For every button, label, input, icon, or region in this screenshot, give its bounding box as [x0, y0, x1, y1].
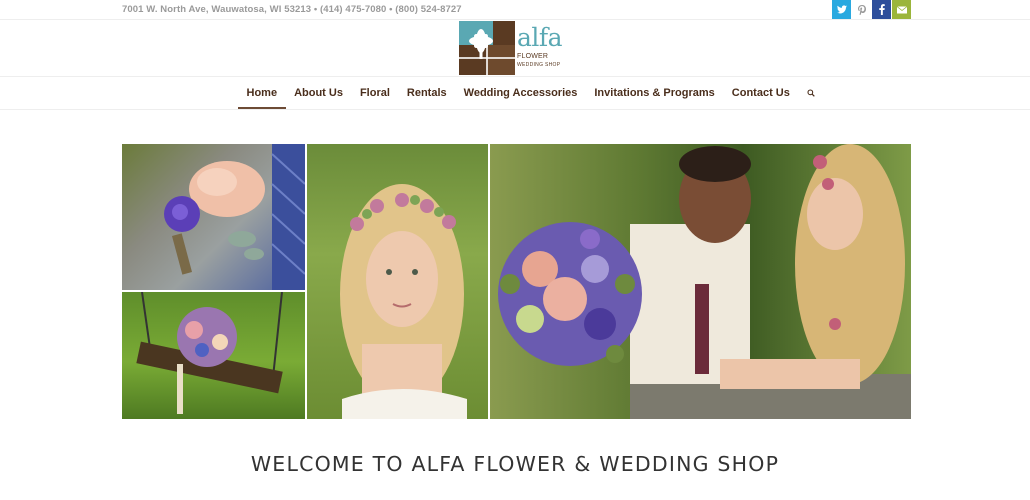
logo-flower-mark	[459, 21, 515, 75]
nav-item-invitations-programs[interactable]: Invitations & Programs	[586, 77, 723, 109]
bride-photo	[307, 144, 488, 419]
nav-item-rentals[interactable]: Rentals	[398, 77, 455, 109]
logo-subtitle-wedding: WEDDING SHOP	[517, 62, 561, 68]
logo-subtitle-flower: FLOWER	[517, 53, 549, 60]
boutonniere-photo	[122, 144, 305, 290]
mail-icon[interactable]	[892, 0, 911, 19]
nav-item-contact-us[interactable]: Contact Us	[723, 77, 798, 109]
nav-divider	[0, 109, 1030, 110]
site-logo[interactable]: alfa FLOWER WEDDING SHOP	[459, 21, 571, 75]
search-icon[interactable]	[802, 77, 820, 109]
contact-info: 7001 W. North Ave, Wauwatosa, WI 53213 •…	[122, 4, 462, 15]
main-nav: Home About Us Floral Rentals Wedding Acc…	[238, 77, 820, 109]
nav-item-home[interactable]: Home	[238, 77, 286, 109]
twitter-icon[interactable]	[832, 0, 851, 19]
page-title: WELCOME TO ALFA FLOWER & WEDDING SHOP	[250, 452, 780, 476]
couple-bouquet-photo	[490, 144, 911, 419]
nav-item-wedding-accessories[interactable]: Wedding Accessories	[455, 77, 586, 109]
facebook-icon[interactable]	[872, 0, 891, 19]
swing-bouquet-photo	[122, 292, 305, 419]
pinterest-icon[interactable]	[852, 0, 871, 19]
top-bar: 7001 W. North Ave, Wauwatosa, WI 53213 •…	[0, 0, 1030, 20]
hero-collage	[122, 144, 911, 419]
nav-item-floral[interactable]: Floral	[351, 77, 398, 109]
nav-item-about-us[interactable]: About Us	[286, 77, 352, 109]
logo-wordmark: alfa	[517, 23, 563, 52]
